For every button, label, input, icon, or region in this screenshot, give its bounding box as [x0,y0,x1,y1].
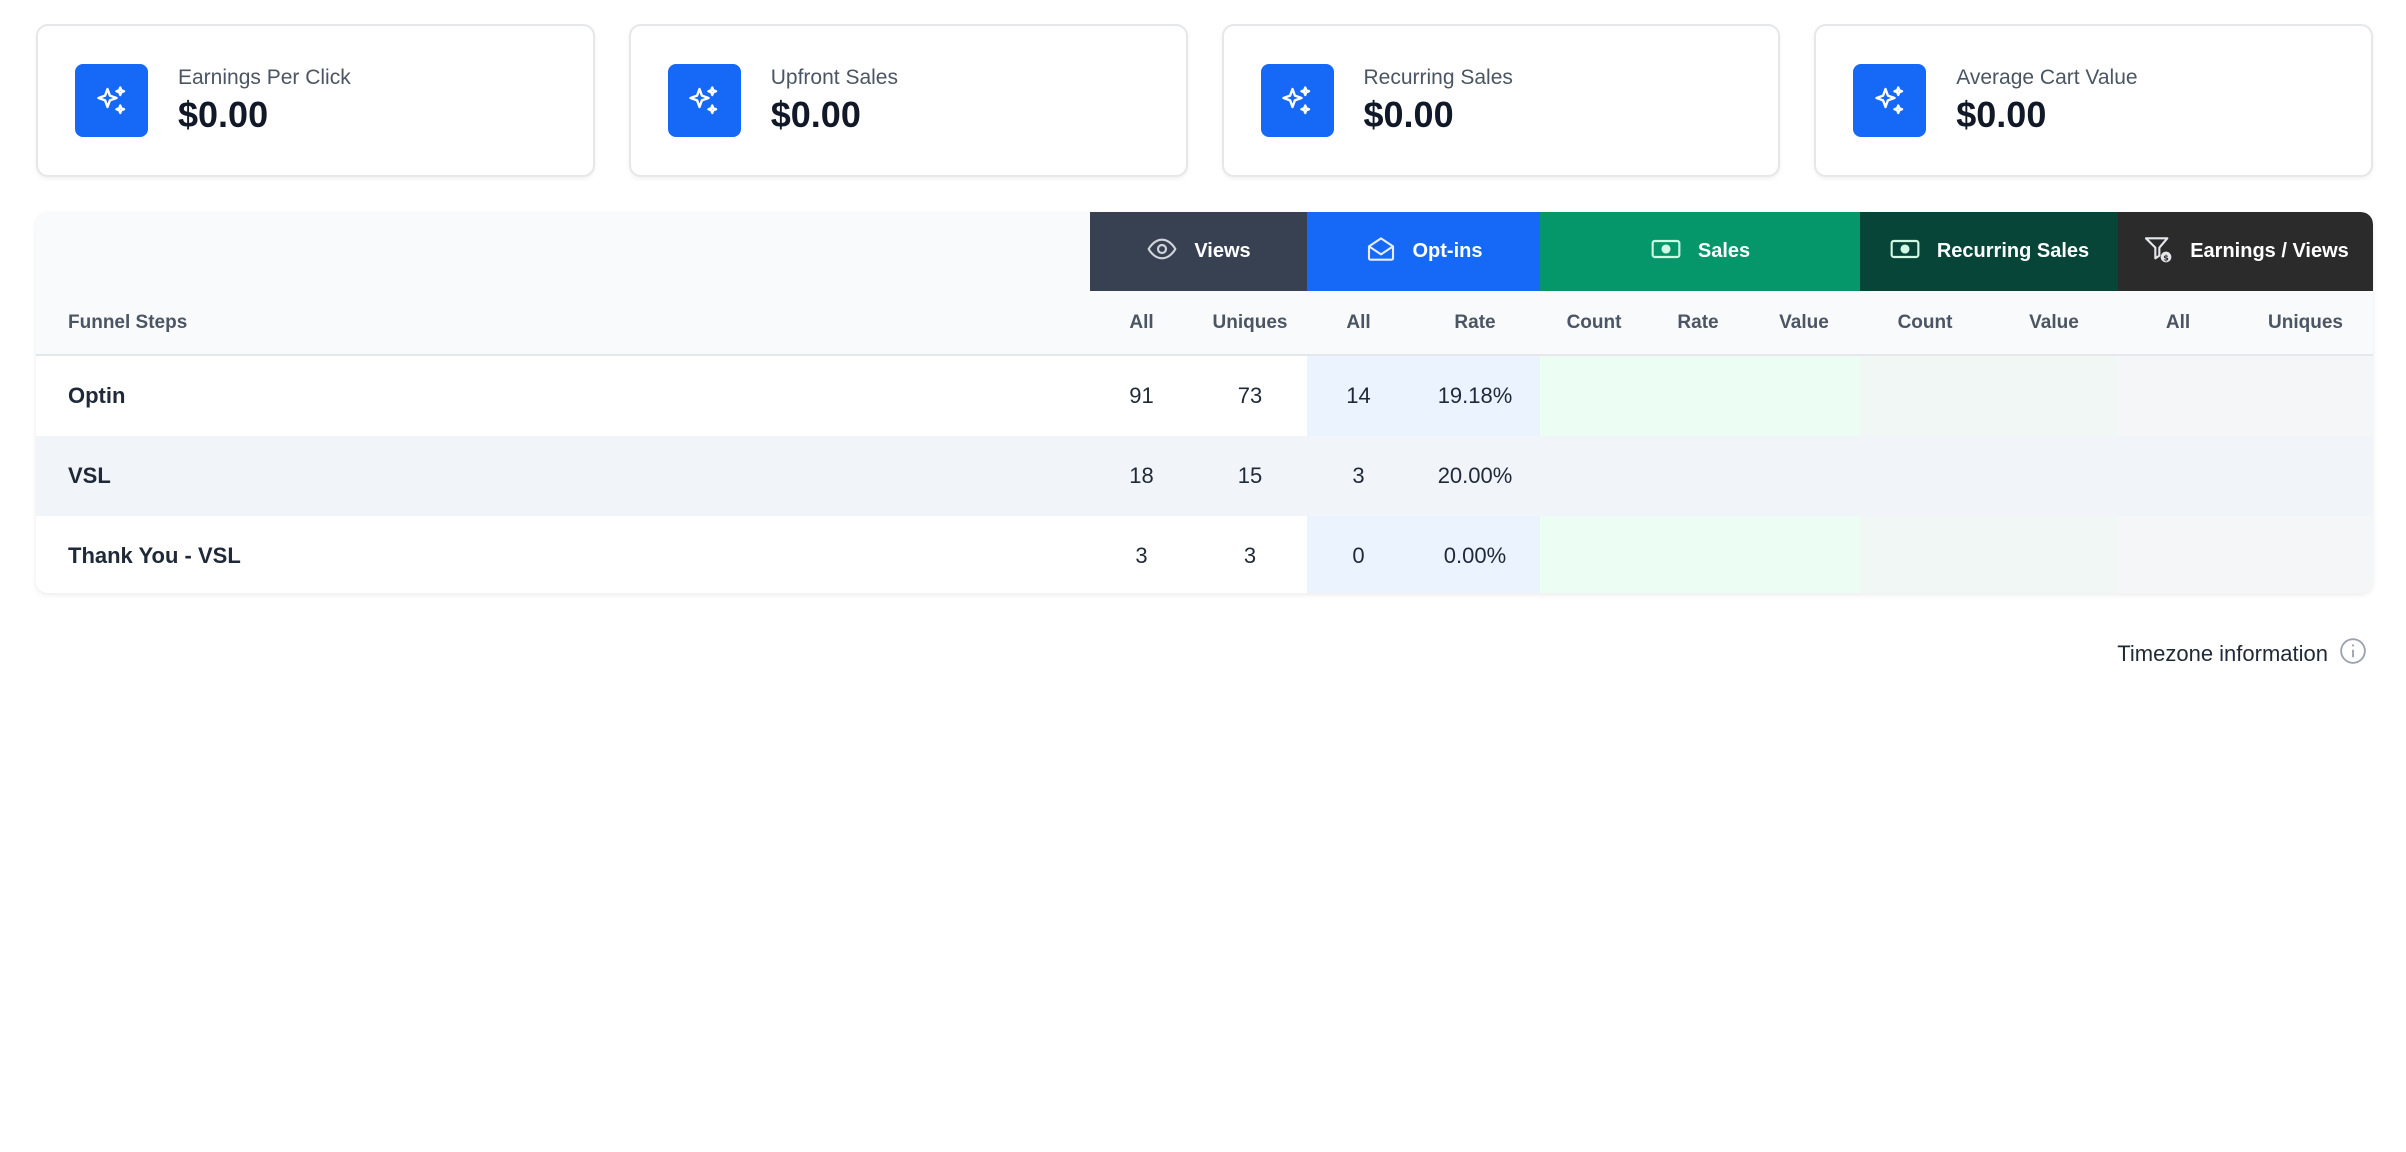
stat-label: Recurring Sales [1363,65,1513,89]
funnel-step-name: Thank You - VSL [68,543,241,568]
group-label: Sales [1697,240,1751,262]
table-row[interactable]: Thank You - VSL 3 3 0 0.00% [36,516,2373,593]
stat-card-earnings-per-click: Earnings Per Click $0.00 [36,24,595,177]
table-row[interactable]: Optin 91 73 14 19.18% [36,356,2373,436]
stat-value: $0.00 [178,93,269,135]
funnel-stats-table: Views Opt-ins Sales Recurring Sales $ Ea… [36,212,2373,593]
column-header-recurring-value[interactable]: Value [1990,291,2118,354]
stat-value: $0.00 [770,93,861,135]
optins-all-cell: 3 [1352,463,1365,488]
optins-rate-cell: 19.18% [1437,383,1513,408]
eye-icon [1146,233,1178,271]
column-header-earnings-uniques[interactable]: Uniques [2238,291,2373,354]
group-header-views: Views [1090,212,1307,291]
group-label: Opt-ins [1412,240,1483,262]
optins-all-cell: 0 [1352,543,1365,568]
svg-text:$: $ [2163,253,2169,262]
sparkles-icon [1853,64,1927,137]
sparkles-icon [75,64,148,137]
sparkles-icon [1260,64,1334,137]
group-header-optins: Opt-ins [1307,212,1540,291]
group-header-recurring-sales: Recurring Sales [1860,212,2118,291]
stat-value: $0.00 [1363,93,1454,135]
envelope-open-icon [1365,233,1397,271]
table-group-header: Views Opt-ins Sales Recurring Sales $ Ea… [36,212,2373,291]
funnel-step-name: Optin [68,383,126,408]
table-column-header: Funnel Steps All Uniques All Rate Count … [36,291,2373,356]
column-header-views-uniques[interactable]: Uniques [1193,291,1307,354]
column-header-optins-all[interactable]: All [1307,291,1410,354]
stat-card-average-cart-value: Average Cart Value $0.00 [1814,24,2373,177]
views-uniques-cell: 73 [1237,383,1263,408]
group-label: Views [1194,240,1251,262]
stat-card-upfront-sales: Upfront Sales $0.00 [628,24,1188,177]
banknote-icon [1650,233,1682,271]
optins-rate-cell: 20.00% [1437,463,1513,488]
stat-card-recurring-sales: Recurring Sales $0.00 [1221,24,1781,177]
timezone-info[interactable]: Timezone information [2117,636,2368,672]
banknote-icon [1889,233,1921,271]
column-header-recurring-count[interactable]: Count [1860,291,1990,354]
views-all-cell: 91 [1129,383,1154,408]
group-header-earnings-views: $ Earnings / Views [2118,212,2373,291]
stat-value: $0.00 [1956,93,2047,135]
views-all-cell: 3 [1135,543,1148,568]
stat-label: Earnings Per Click [178,65,351,89]
optins-all-cell: 14 [1346,383,1371,408]
column-header-funnel-steps[interactable]: Funnel Steps [36,291,1090,354]
timezone-label: Timezone information [2117,641,2328,666]
funnel-dollar-icon: $ [2142,233,2174,271]
stat-label: Upfront Sales [770,65,898,89]
views-uniques-cell: 3 [1243,543,1257,568]
info-circle-icon[interactable] [2338,636,2368,672]
column-header-views-all[interactable]: All [1090,291,1193,354]
stat-label: Average Cart Value [1956,65,2138,89]
group-label: Earnings / Views [2190,240,2349,262]
stat-cards: Earnings Per Click $0.00 Upfront Sales $… [36,24,2373,177]
column-header-sales-count[interactable]: Count [1540,291,1648,354]
group-header-sales: Sales [1540,212,1860,291]
group-label: Recurring Sales [1936,240,2090,262]
views-all-cell: 18 [1129,463,1154,488]
views-uniques-cell: 15 [1237,463,1263,488]
sparkles-icon [667,64,741,137]
column-header-optins-rate[interactable]: Rate [1410,291,1540,354]
column-header-earnings-all[interactable]: All [2118,291,2238,354]
funnel-step-name: VSL [68,463,111,488]
table-row[interactable]: VSL 18 15 3 20.00% [36,436,2373,516]
optins-rate-cell: 0.00% [1443,543,1507,568]
column-header-sales-rate[interactable]: Rate [1648,291,1748,354]
column-header-sales-value[interactable]: Value [1748,291,1860,354]
